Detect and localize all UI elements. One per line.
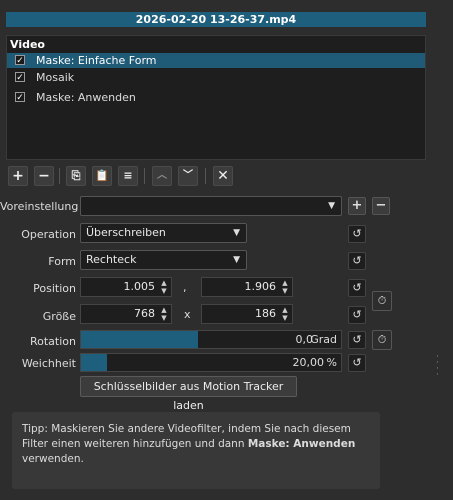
position-y-spinbox[interactable]: 1.906 ▲ ▼	[201, 277, 293, 297]
toolbar-separator	[144, 168, 145, 184]
toolbar-separator	[59, 168, 60, 184]
softness-slider-fill	[81, 354, 107, 371]
softness-label: Weichheit	[21, 357, 76, 370]
rotation-reset-button[interactable]: ↺	[348, 331, 366, 349]
load-motion-tracker-keyframes-button[interactable]: Schlüsselbilder aus Motion Tracker laden	[80, 376, 297, 412]
position-y-value: 1.906	[244, 280, 277, 293]
undo-icon: ↺	[352, 281, 362, 294]
rotation-unit: Grad	[310, 333, 337, 346]
move-down-button[interactable]: ﹀	[178, 166, 198, 186]
splitter-handle-icon[interactable]: · · · ·	[436, 353, 440, 380]
undo-icon: ↺	[352, 227, 362, 240]
size-separator: x	[184, 308, 191, 321]
position-size-keyframe-button[interactable]: ⏱	[372, 291, 392, 311]
rotation-slider[interactable]: 0,0 Grad	[80, 330, 342, 349]
add-preset-button[interactable]: +	[348, 197, 366, 215]
size-reset-button[interactable]: ↺	[348, 306, 366, 324]
form-value: Rechteck	[86, 253, 137, 266]
size-label: Größe	[42, 310, 76, 323]
position-reset-button[interactable]: ↺	[348, 279, 366, 297]
filter-item-simple-shape[interactable]: ✓ Maske: Einfache Form	[7, 53, 425, 68]
softness-unit: %	[326, 356, 337, 369]
rotation-label: Rotation	[29, 335, 76, 348]
spin-arrows-icon[interactable]: ▲ ▼	[280, 306, 290, 322]
position-label: Position	[33, 282, 76, 295]
checkbox-icon[interactable]: ✓	[15, 55, 25, 66]
rotation-slider-fill	[81, 331, 198, 348]
position-separator: ,	[183, 281, 187, 294]
undo-icon: ↺	[352, 333, 362, 346]
size-w-value: 768	[134, 307, 155, 320]
undo-icon: ↺	[352, 308, 362, 321]
filter-item-mosaic[interactable]: ✓ Mosaik	[7, 70, 425, 85]
softness-slider[interactable]: 20,00 %	[80, 353, 342, 372]
move-up-button[interactable]: ︿	[152, 166, 172, 186]
size-w-spinbox[interactable]: 768 ▲ ▼	[80, 304, 172, 324]
spin-arrows-icon[interactable]: ▲ ▼	[159, 279, 169, 295]
form-reset-button[interactable]: ↺	[348, 252, 366, 270]
form-label: Form	[48, 255, 76, 268]
chevron-down-icon: ▼	[233, 228, 240, 238]
filter-item-apply-mask[interactable]: ✓ Maske: Anwenden	[7, 90, 425, 105]
size-h-value: 186	[255, 307, 276, 320]
window-title: 2026-02-20 13-26-37.mp4	[6, 12, 426, 27]
filter-list-header: Video	[10, 38, 45, 51]
paste-filter-button[interactable]: 📋	[92, 166, 112, 186]
add-filter-button[interactable]: +	[8, 166, 28, 186]
operation-combo[interactable]: Überschreiben ▼	[80, 223, 247, 243]
size-h-spinbox[interactable]: 186 ▲ ▼	[201, 304, 293, 324]
spin-arrows-icon[interactable]: ▲ ▼	[280, 279, 290, 295]
spin-arrows-icon[interactable]: ▲ ▼	[159, 306, 169, 322]
remove-filter-button[interactable]: −	[34, 166, 54, 186]
preset-combo[interactable]: ▼	[80, 196, 342, 216]
filter-item-label: Mosaik	[36, 71, 75, 84]
operation-label: Operation	[21, 228, 76, 241]
preset-label: Voreinstellung	[0, 200, 79, 213]
undo-icon: ↺	[352, 254, 362, 267]
tip-bold-text: Maske: Anwenden	[247, 438, 356, 450]
operation-value: Überschreiben	[86, 226, 166, 239]
copy-filter-button[interactable]: ⎘	[66, 166, 86, 186]
chevron-down-icon: ▼	[233, 255, 240, 265]
checkbox-icon[interactable]: ✓	[15, 72, 25, 83]
deselect-button[interactable]: ✕	[213, 166, 233, 186]
tip-box: Tipp: Maskieren Sie andere Videofilter, …	[12, 412, 380, 489]
softness-value: 20,00	[292, 356, 325, 369]
save-preset-button[interactable]: ≡	[118, 166, 138, 186]
softness-reset-button[interactable]: ↺	[348, 354, 366, 372]
position-x-value: 1.005	[123, 280, 156, 293]
toolbar-separator	[205, 168, 206, 184]
softness-value-box[interactable]: 20,00	[236, 354, 328, 371]
chevron-down-icon: ▼	[328, 201, 335, 211]
operation-reset-button[interactable]: ↺	[348, 225, 366, 243]
filter-item-label: Maske: Anwenden	[36, 91, 136, 104]
rotation-value-box[interactable]: 0,0	[236, 331, 317, 348]
filter-item-label: Maske: Einfache Form	[36, 54, 157, 67]
position-x-spinbox[interactable]: 1.005 ▲ ▼	[80, 277, 172, 297]
stopwatch-icon: ⏱	[377, 333, 387, 346]
form-combo[interactable]: Rechteck ▼	[80, 250, 247, 270]
checkbox-icon[interactable]: ✓	[15, 92, 25, 103]
rotation-keyframe-button[interactable]: ⏱	[372, 330, 392, 350]
stopwatch-icon: ⏱	[377, 294, 387, 307]
tip-suffix: verwenden.	[22, 453, 84, 465]
remove-preset-button[interactable]: −	[372, 197, 390, 215]
undo-icon: ↺	[352, 356, 362, 369]
